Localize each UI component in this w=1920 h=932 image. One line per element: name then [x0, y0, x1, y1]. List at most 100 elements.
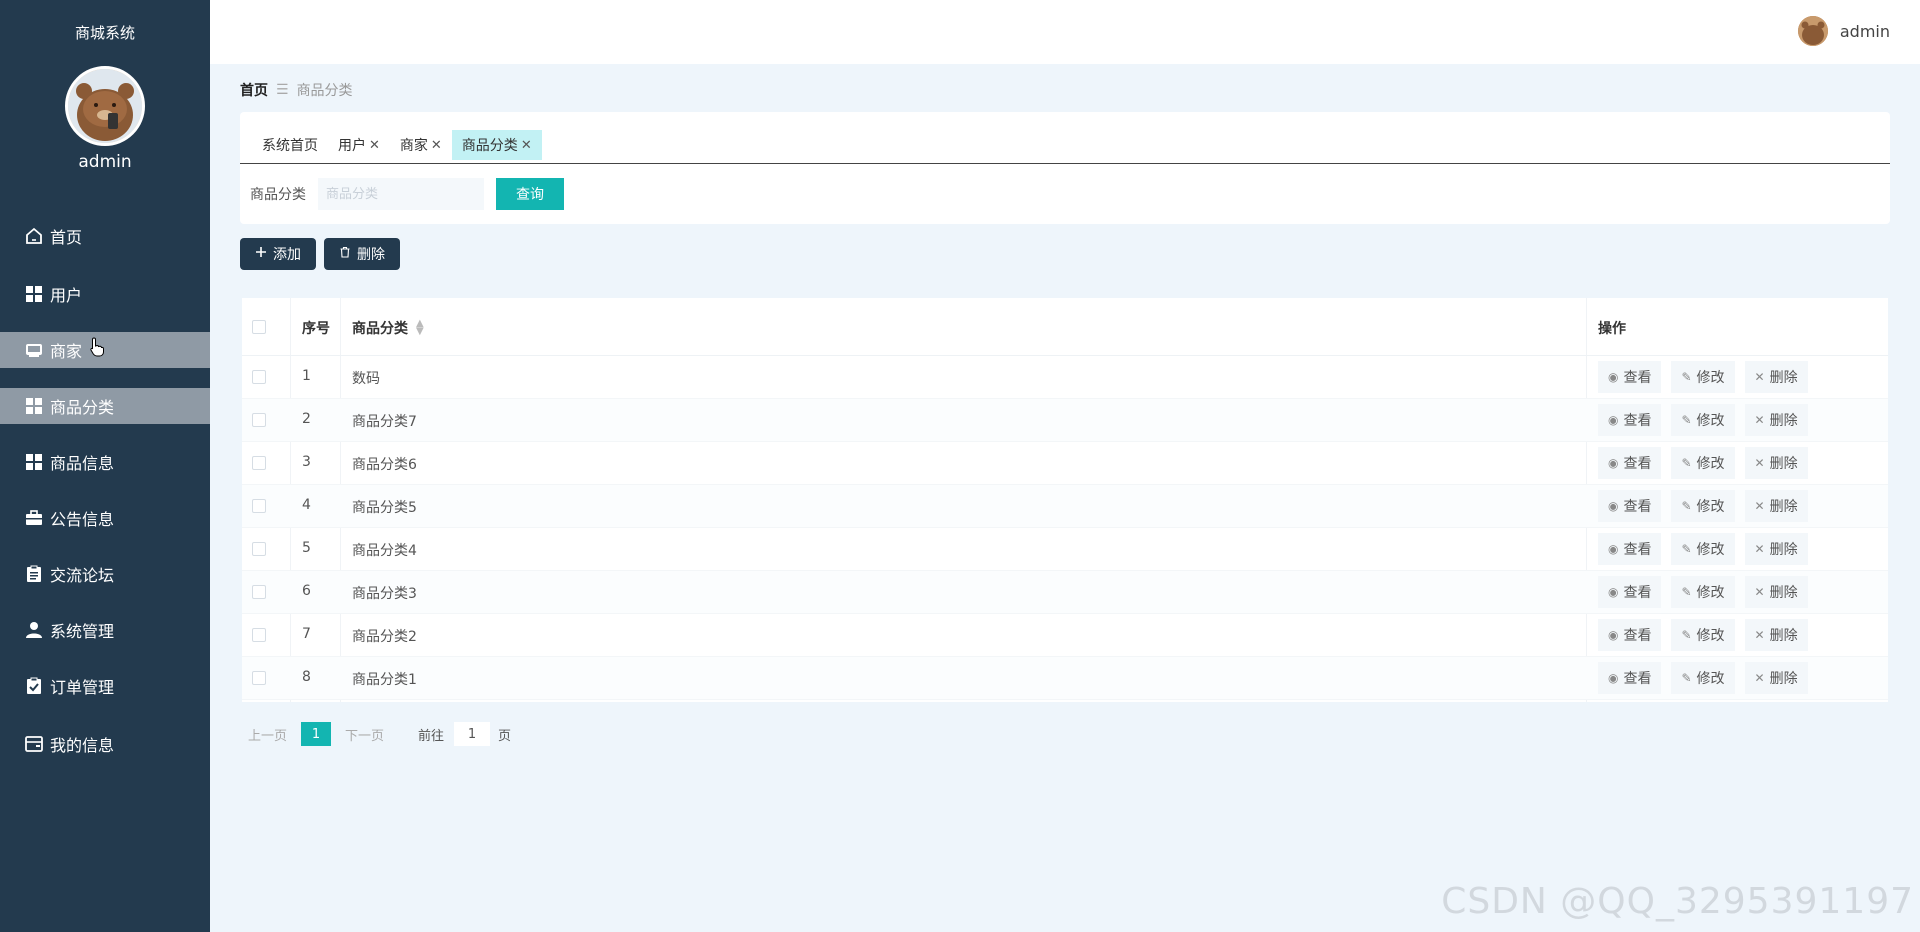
row-delete-button[interactable]: ✕ 删除: [1744, 533, 1808, 565]
avatar[interactable]: [65, 66, 145, 146]
pagination: 上一页 1 下一页 前往 页: [248, 722, 511, 746]
edit-icon: ✎: [1681, 628, 1692, 642]
row-checkbox[interactable]: [252, 671, 266, 685]
tab-categories[interactable]: 商品分类 ✕: [451, 130, 542, 160]
edit-button[interactable]: ✎ 修改: [1671, 619, 1735, 651]
table-row: 8 商品分类1 ◉ 查看 ✎ 修改 ✕ 删除: [242, 657, 1888, 700]
delete-label: 删除: [1769, 456, 1798, 472]
sidebar-item-home[interactable]: 首页: [0, 218, 210, 254]
column-header-category[interactable]: 商品分类 ▲ ▼: [352, 318, 424, 338]
edit-button[interactable]: ✎ 修改: [1671, 361, 1735, 393]
goto-page-input[interactable]: [454, 722, 491, 746]
edit-icon: ✎: [1681, 456, 1692, 470]
sidebar-item-system[interactable]: 系统管理: [0, 612, 210, 648]
edit-icon: ✎: [1681, 585, 1692, 599]
row-delete-button[interactable]: ✕ 删除: [1744, 404, 1808, 436]
search-button[interactable]: 查询: [496, 178, 564, 210]
next-page-button[interactable]: 下一页: [345, 725, 384, 744]
sidebar-item-label: 商家: [50, 342, 83, 361]
sidebar-item-announcements[interactable]: 公告信息: [0, 500, 210, 536]
add-button[interactable]: 添加: [240, 238, 316, 270]
delete-button[interactable]: 删除: [324, 238, 400, 270]
bear-avatar-icon: [68, 69, 142, 143]
row-delete-button[interactable]: ✕ 删除: [1744, 576, 1808, 608]
delete-label: 删除: [1769, 628, 1798, 644]
view-button[interactable]: ◉ 查看: [1598, 533, 1662, 565]
edit-icon: ✎: [1681, 370, 1692, 384]
row-checkbox[interactable]: [252, 628, 266, 642]
view-button[interactable]: ◉ 查看: [1598, 490, 1662, 522]
edit-button[interactable]: ✎ 修改: [1671, 490, 1735, 522]
sidebar-item-profile[interactable]: 我的信息: [0, 726, 210, 762]
edit-button[interactable]: ✎ 修改: [1671, 533, 1735, 565]
view-label: 查看: [1623, 499, 1652, 515]
sidebar-item-users[interactable]: 用户: [0, 276, 210, 312]
view-button[interactable]: ◉ 查看: [1598, 404, 1662, 436]
row-actions: ◉ 查看 ✎ 修改 ✕ 删除: [1598, 662, 1818, 694]
view-button[interactable]: ◉ 查看: [1598, 447, 1662, 479]
row-checkbox[interactable]: [252, 585, 266, 599]
row-actions: ◉ 查看 ✎ 修改 ✕ 删除: [1598, 404, 1818, 436]
sidebar-item-merchants[interactable]: 商家: [0, 332, 210, 368]
table-row: 4 商品分类5 ◉ 查看 ✎ 修改 ✕ 删除: [242, 485, 1888, 528]
delete-label: 删除: [1769, 671, 1798, 687]
row-checkbox[interactable]: [252, 370, 266, 384]
row-delete-button[interactable]: ✕ 删除: [1744, 447, 1808, 479]
view-button[interactable]: ◉ 查看: [1598, 361, 1662, 393]
row-actions: ◉ 查看 ✎ 修改 ✕ 删除: [1598, 576, 1818, 608]
row-number: 2: [302, 411, 311, 427]
edit-label: 修改: [1696, 370, 1725, 386]
edit-button[interactable]: ✎ 修改: [1671, 404, 1735, 436]
user-menu[interactable]: admin: [1797, 16, 1890, 46]
row-checkbox[interactable]: [252, 499, 266, 513]
view-label: 查看: [1623, 585, 1652, 601]
edit-button[interactable]: ✎ 修改: [1671, 576, 1735, 608]
row-actions: ◉ 查看 ✎ 修改 ✕ 删除: [1598, 490, 1818, 522]
row-delete-button[interactable]: ✕ 删除: [1744, 619, 1808, 651]
sidebar-item-products[interactable]: 商品信息: [0, 444, 210, 480]
sidebar-item-categories[interactable]: 商品分类: [0, 388, 210, 424]
close-icon[interactable]: ✕: [431, 138, 442, 153]
row-checkbox[interactable]: [252, 542, 266, 556]
category-table: 序号 商品分类 ▲ ▼ 操作 1 数码 ◉ 查看 ✎ 修改 ✕ 删除 2 商品分类7 ◉ 查看 ✎ 修改 ✕ 删…: [242, 298, 1888, 702]
view-button[interactable]: ◉ 查看: [1598, 662, 1662, 694]
edit-label: 修改: [1696, 628, 1725, 644]
sidebar-item-orders[interactable]: 订单管理: [0, 668, 210, 704]
table-row: 6 商品分类3 ◉ 查看 ✎ 修改 ✕ 删除: [242, 571, 1888, 614]
hand-cursor-icon: [90, 337, 104, 357]
view-button[interactable]: ◉ 查看: [1598, 576, 1662, 608]
row-actions: ◉ 查看 ✎ 修改 ✕ 删除: [1598, 361, 1818, 393]
view-button[interactable]: ◉ 查看: [1598, 619, 1662, 651]
row-delete-button[interactable]: ✕ 删除: [1744, 662, 1808, 694]
close-icon[interactable]: ✕: [521, 138, 532, 153]
tab-users[interactable]: 用户 ✕: [328, 130, 390, 160]
eye-icon: ◉: [1608, 413, 1619, 427]
page-number-button[interactable]: 1: [301, 722, 332, 746]
sidebar-item-label: 首页: [50, 228, 83, 247]
app-title: 商城系统: [74, 24, 135, 42]
topbar: admin: [210, 0, 1920, 64]
tab-merchants[interactable]: 商家 ✕: [390, 130, 452, 160]
sort-icon[interactable]: ▲ ▼: [416, 319, 424, 337]
row-delete-button[interactable]: ✕ 删除: [1744, 490, 1808, 522]
view-label: 查看: [1623, 413, 1652, 429]
delete-label: 删除: [1769, 413, 1798, 429]
edit-button[interactable]: ✎ 修改: [1671, 662, 1735, 694]
table-row: 3 商品分类6 ◉ 查看 ✎ 修改 ✕ 删除: [242, 442, 1888, 485]
sidebar-item-forum[interactable]: 交流论坛: [0, 556, 210, 592]
prev-page-button[interactable]: 上一页: [248, 725, 287, 744]
row-delete-button[interactable]: ✕ 删除: [1744, 361, 1808, 393]
select-all-checkbox[interactable]: [252, 320, 266, 334]
close-icon[interactable]: ✕: [369, 138, 380, 153]
row-category: 商品分类3: [352, 586, 417, 602]
row-checkbox[interactable]: [252, 413, 266, 427]
delete-label: 删除: [1769, 370, 1798, 386]
clipboard-check-icon: [24, 676, 44, 696]
close-icon: ✕: [1754, 370, 1765, 384]
view-label: 查看: [1623, 456, 1652, 472]
tab-system-home[interactable]: 系统首页: [252, 130, 328, 160]
breadcrumb-home[interactable]: 首页: [240, 80, 268, 100]
edit-button[interactable]: ✎ 修改: [1671, 447, 1735, 479]
row-checkbox[interactable]: [252, 456, 266, 470]
search-input[interactable]: [318, 178, 484, 210]
